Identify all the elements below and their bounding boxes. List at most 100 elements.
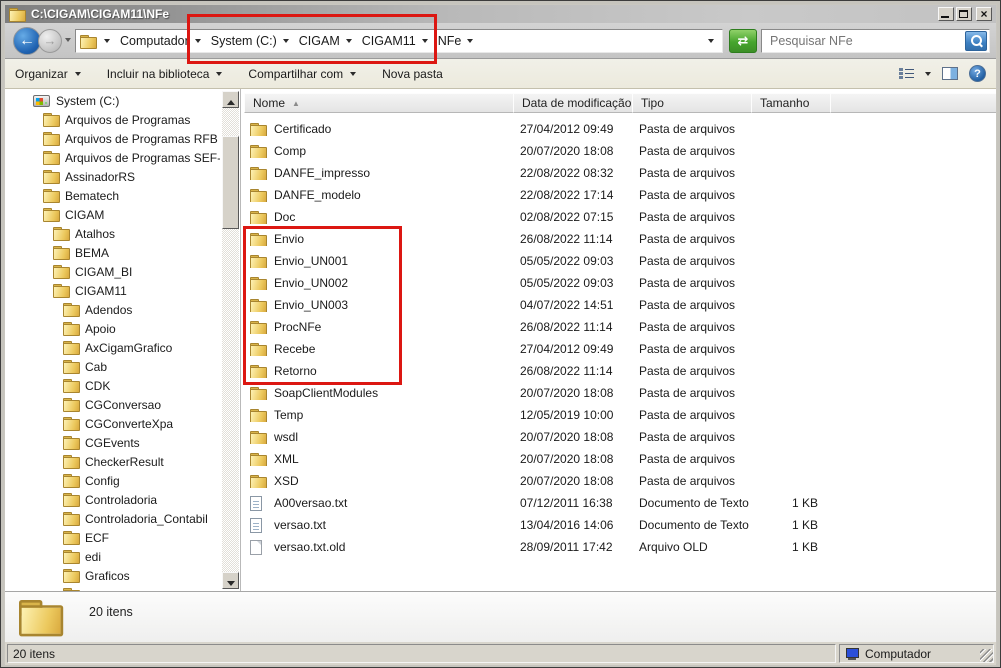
file-row-versao-txt[interactable]: versao.txt 13/04/2016 14:06 Documento de T… (244, 514, 996, 536)
file-icon-wrap (250, 276, 268, 290)
address-dropdown-icon[interactable] (708, 39, 714, 43)
file-date-cell: 13/04/2016 14:06 (520, 518, 614, 532)
column-header-tamanho[interactable]: Tamanho (751, 93, 831, 113)
toolbar-button-compartilhar-com[interactable]: Compartilhar com (248, 67, 357, 81)
breadcrumb-folder-icon (80, 34, 97, 49)
tree-item-controladoria[interactable]: Controladoria (5, 490, 220, 509)
refresh-button[interactable]: ⇄ (729, 29, 757, 53)
breadcrumb-chevron-icon[interactable] (345, 39, 352, 43)
tree-item-edi[interactable]: edi (5, 547, 220, 566)
search-input[interactable] (768, 33, 965, 49)
scrollbar-thumb[interactable] (222, 136, 239, 229)
file-row-danfe-impresso[interactable]: DANFE_impresso 22/08/2022 08:32 Pasta de a… (244, 162, 996, 184)
file-row-xml[interactable]: XML 20/07/2020 18:08 Pasta de arquivos (244, 448, 996, 470)
minimize-button[interactable] (938, 7, 954, 21)
tree-item-cigam[interactable]: CIGAM (5, 205, 220, 224)
history-dropdown-icon[interactable] (65, 38, 71, 42)
breadcrumb-chevron-icon[interactable] (194, 39, 201, 43)
file-row-envio[interactable]: Envio 26/08/2022 11:14 Pasta de arquivos (244, 228, 996, 250)
tree-item-ecf[interactable]: ECF (5, 528, 220, 547)
toolbar-button-nova-pasta[interactable]: Nova pasta (382, 67, 443, 81)
help-icon[interactable] (969, 65, 986, 82)
file-row-versao-txt-old[interactable]: versao.txt.old 28/09/2011 17:42 Arquivo OL… (244, 536, 996, 558)
folder-icon (63, 550, 80, 564)
views-icon[interactable] (899, 67, 914, 80)
breadcrumb-item-system-c[interactable]: System (C:) (211, 34, 277, 48)
tree-item-system-c[interactable]: System (C:) (5, 91, 220, 110)
file-row-doc[interactable]: Doc 02/08/2022 07:15 Pasta de arquivos (244, 206, 996, 228)
file-row-soapclientmodules[interactable]: SoapClientModules 20/07/2020 18:08 Pasta d… (244, 382, 996, 404)
scroll-up-icon (226, 99, 235, 105)
search-button[interactable] (965, 31, 987, 51)
folder-icon (250, 254, 267, 268)
tree-item-bematech[interactable]: Bematech (5, 186, 220, 205)
tree-item-cab[interactable]: Cab (5, 357, 220, 376)
tree-item-controladoria-contabil[interactable]: Controladoria_Contabil (5, 509, 220, 528)
breadcrumb-chevron-icon[interactable] (421, 39, 428, 43)
file-name-label: Envio_UN001 (274, 254, 349, 268)
breadcrumb-dropdown-icon[interactable] (104, 39, 110, 43)
resize-grip-icon[interactable] (980, 649, 993, 662)
file-row-danfe-modelo[interactable]: DANFE_modelo 22/08/2022 17:14 Pasta de arq… (244, 184, 996, 206)
tree-item-cgconvertexpa[interactable]: CGConverteXpa (5, 414, 220, 433)
tree-item-config[interactable]: Config (5, 471, 220, 490)
tree-item-bema[interactable]: BEMA (5, 243, 220, 262)
forward-button[interactable]: → (38, 29, 62, 53)
tree-item-cigam-bi[interactable]: CIGAM_BI (5, 262, 220, 281)
tree-item-label: CIGAM11 (75, 283, 127, 298)
column-header-data-de-modifica-o[interactable]: Data de modificação (513, 93, 633, 113)
file-icon-wrap (250, 430, 268, 444)
tree-item-graficos[interactable]: Graficos (5, 566, 220, 585)
breadcrumb[interactable]: Computador System (C:) CIGAM CIGAM11 NFe (75, 29, 723, 53)
scroll-up-button[interactable] (222, 91, 239, 108)
tree-item-cgevents[interactable]: CGEvents (5, 433, 220, 452)
breadcrumb-item-nfe[interactable]: NFe (438, 34, 462, 48)
file-row-certificado[interactable]: Certificado 27/04/2012 09:49 Pasta de arqu… (244, 118, 996, 140)
tree-item-assinadorrs[interactable]: AssinadorRS (5, 167, 220, 186)
file-row-envio-un002[interactable]: Envio_UN002 05/05/2022 09:03 Pasta de arqu… (244, 272, 996, 294)
back-button[interactable]: ← (13, 27, 41, 55)
tree-item-cigam11[interactable]: CIGAM11 (5, 281, 220, 300)
file-row-wsdl[interactable]: wsdl 20/07/2020 18:08 Pasta de arquivos (244, 426, 996, 448)
preview-pane-icon[interactable] (942, 67, 958, 80)
tree-item-atalhos[interactable]: Atalhos (5, 224, 220, 243)
tree-scrollbar-track[interactable] (222, 91, 239, 589)
breadcrumb-chevron-icon[interactable] (467, 39, 474, 43)
tree-item-arquivos-de-programas-rfb[interactable]: Arquivos de Programas RFB (5, 129, 220, 148)
folder-icon (63, 512, 80, 526)
file-row-recebe[interactable]: Recebe 27/04/2012 09:49 Pasta de arquivos (244, 338, 996, 360)
tree-item-cgconversao[interactable]: CGConversao (5, 395, 220, 414)
tree-item-axcigamgrafico[interactable]: AxCigamGrafico (5, 338, 220, 357)
file-row-envio-un003[interactable]: Envio_UN003 04/07/2022 14:51 Pasta de arqu… (244, 294, 996, 316)
toolbar-button-label: Organizar (15, 66, 68, 81)
file-row-procnfe[interactable]: ProcNFe 26/08/2022 11:14 Pasta de arquivos (244, 316, 996, 338)
breadcrumb-item-cigam11[interactable]: CIGAM11 (362, 34, 416, 48)
close-button[interactable]: × (976, 7, 992, 21)
views-dropdown-icon[interactable] (925, 71, 931, 76)
tree-item-arquivos-de-programas[interactable]: Arquivos de Programas (5, 110, 220, 129)
file-row-comp[interactable]: Comp 20/07/2020 18:08 Pasta de arquivos (244, 140, 996, 162)
toolbar-button-incluir-na-biblioteca[interactable]: Incluir na biblioteca (107, 67, 223, 81)
file-row-envio-un001[interactable]: Envio_UN001 05/05/2022 09:03 Pasta de arqu… (244, 250, 996, 272)
tree-item-cdk[interactable]: CDK (5, 376, 220, 395)
file-icon-wrap (250, 408, 268, 422)
toolbar-button-organizar[interactable]: Organizar (15, 67, 81, 81)
breadcrumb-chevron-icon[interactable] (282, 39, 289, 43)
file-name-label: DANFE_impresso (274, 166, 371, 180)
file-name-cell: wsdl (244, 430, 514, 444)
maximize-button[interactable] (956, 7, 972, 21)
tree-item-arquivos-de-programas-sef-mg[interactable]: Arquivos de Programas SEF-MG (5, 148, 220, 167)
tree-item-apoio[interactable]: Apoio (5, 319, 220, 338)
file-row-xsd[interactable]: XSD 20/07/2020 18:08 Pasta de arquivos (244, 470, 996, 492)
tree-item-adendos[interactable]: Adendos (5, 300, 220, 319)
file-row-a00versao-txt[interactable]: A00versao.txt 07/12/2011 16:38 Documento d… (244, 492, 996, 514)
title-bar[interactable]: C:\CIGAM\CIGAM11\NFe × (5, 5, 996, 23)
breadcrumb-item-computador[interactable]: Computador (120, 34, 189, 48)
column-header-tipo[interactable]: Tipo (632, 93, 752, 113)
scroll-down-button[interactable] (222, 572, 239, 589)
tree-item-checkerresult[interactable]: CheckerResult (5, 452, 220, 471)
file-row-temp[interactable]: Temp 12/05/2019 10:00 Pasta de arquivos (244, 404, 996, 426)
breadcrumb-item-cigam[interactable]: CIGAM (299, 34, 340, 48)
file-row-retorno[interactable]: Retorno 26/08/2022 11:14 Pasta de arquivos (244, 360, 996, 382)
column-header-nome[interactable]: Nome ▲ (244, 93, 514, 113)
